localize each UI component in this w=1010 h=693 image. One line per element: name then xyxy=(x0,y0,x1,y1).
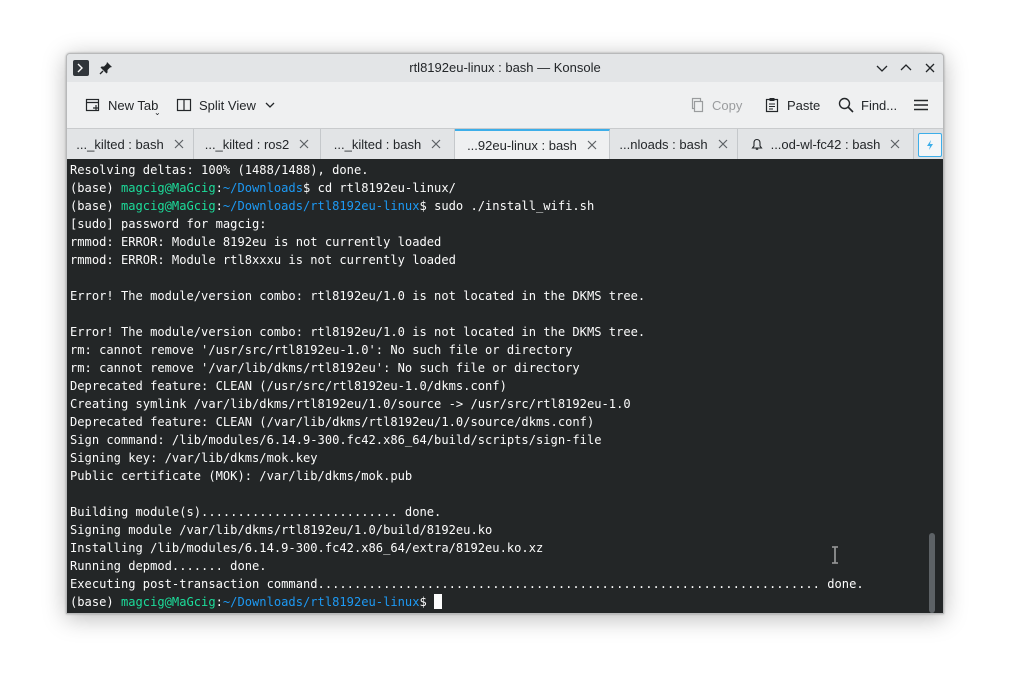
terminal-line: Creating symlink /var/lib/dkms/rtl8192eu… xyxy=(70,397,631,411)
terminal-line: rmmod: ERROR: Module rtl8xxxu is not cur… xyxy=(70,253,456,267)
tab-kilted-ros2[interactable]: ..._kilted : ros2 xyxy=(194,129,321,159)
terminal-line: Sign command: /lib/modules/6.14.9-300.fc… xyxy=(70,433,602,447)
tab-rtl8192eu-bash[interactable]: ...92eu-linux : bash xyxy=(455,129,610,159)
close-tab-icon[interactable] xyxy=(299,139,309,149)
ibeam-cursor-icon xyxy=(830,546,840,564)
tab-label: ..._kilted : ros2 xyxy=(204,136,290,152)
terminal-line: [sudo] password for magcig: xyxy=(70,217,267,231)
terminal-prompt-line: (base) magcig@MaGcig:~/Downloads$ cd rtl… xyxy=(70,181,456,195)
lightning-icon xyxy=(927,140,933,150)
tab-kilted-bash-2[interactable]: ..._kilted : bash xyxy=(321,129,455,159)
tab-kilted-bash-1[interactable]: ..._kilted : bash xyxy=(67,129,194,159)
tab-label: ..._kilted : bash xyxy=(76,136,164,152)
konsole-window: rtl8192eu-linux : bash — Konsole New Tab… xyxy=(66,53,944,614)
close-tab-icon[interactable] xyxy=(431,139,441,149)
terminal-scrollbar[interactable] xyxy=(929,533,935,613)
bell-icon xyxy=(750,138,763,150)
split-view-button[interactable]: Split View xyxy=(175,94,276,116)
paste-icon xyxy=(763,96,781,114)
close-tab-icon[interactable] xyxy=(174,139,184,149)
tab-mod-wl-fc42-bash[interactable]: ...od-wl-fc42 : bash xyxy=(738,129,914,159)
close-icon xyxy=(925,63,935,73)
terminal-line: Resolving deltas: 100% (1488/1488), done… xyxy=(70,163,369,177)
close-tab-icon[interactable] xyxy=(587,140,597,150)
terminal-line: Installing /lib/modules/6.14.9-300.fc42.… xyxy=(70,541,544,555)
new-tab-label: New Tab xyxy=(108,97,159,113)
split-view-label: Split View xyxy=(199,97,256,113)
main-toolbar: New Tab ⌄ Split View Copy Paste Find... xyxy=(67,82,943,128)
quick-commands-button[interactable] xyxy=(918,133,942,157)
search-icon xyxy=(837,96,855,114)
tab-label: ...od-wl-fc42 : bash xyxy=(770,136,881,152)
tab-label: ...92eu-linux : bash xyxy=(467,137,577,153)
new-tab-icon xyxy=(84,96,102,114)
terminal-line: Building module(s)......................… xyxy=(70,505,442,519)
terminal-line: rm: cannot remove '/usr/src/rtl8192eu-1.… xyxy=(70,343,573,357)
terminal-prompt-line: (base) magcig@MaGcig:~/Downloads/rtl8192… xyxy=(70,593,943,611)
paste-label: Paste xyxy=(787,97,821,113)
find-button[interactable]: Find... xyxy=(837,94,897,116)
chevron-down-icon xyxy=(265,102,275,108)
terminal-line: Error! The module/version combo: rtl8192… xyxy=(70,325,646,339)
terminal-output[interactable]: Resolving deltas: 100% (1488/1488), done… xyxy=(67,159,943,613)
minimize-button[interactable] xyxy=(874,60,890,76)
terminal-line: Running depmod....... done. xyxy=(70,559,267,573)
chevron-up-icon xyxy=(900,64,912,71)
text-cursor xyxy=(434,594,443,609)
terminal-line: Signing module /var/lib/dkms/rtl8192eu/1… xyxy=(70,523,493,537)
terminal-prompt-line: (base) magcig@MaGcig:~/Downloads/rtl8192… xyxy=(70,199,595,213)
close-window-button[interactable] xyxy=(922,60,938,76)
terminal-line: Executing post-transaction command......… xyxy=(70,577,864,591)
hamburger-menu-button[interactable] xyxy=(913,94,929,116)
find-label: Find... xyxy=(861,97,898,113)
tab-label: ...nloads : bash xyxy=(619,136,708,152)
split-view-icon xyxy=(175,96,193,114)
terminal-line: Deprecated feature: CLEAN (/var/lib/dkms… xyxy=(70,415,595,429)
title-bar[interactable]: rtl8192eu-linux : bash — Konsole xyxy=(67,54,943,82)
copy-button[interactable]: Copy xyxy=(688,94,742,116)
tab-label: ..._kilted : bash xyxy=(333,136,422,152)
tab-bar: ..._kilted : bash ..._kilted : ros2 ..._… xyxy=(67,128,943,159)
close-tab-icon[interactable] xyxy=(718,139,728,149)
copy-label: Copy xyxy=(712,97,743,113)
tab-downloads-bash[interactable]: ...nloads : bash xyxy=(610,129,738,159)
chevron-down-icon xyxy=(876,65,888,72)
terminal-line: Error! The module/version combo: rtl8192… xyxy=(70,289,646,303)
terminal-line: rmmod: ERROR: Module 8192eu is not curre… xyxy=(70,235,442,249)
terminal-line: Deprecated feature: CLEAN (/usr/src/rtl8… xyxy=(70,379,507,393)
terminal-line: Signing key: /var/lib/dkms/mok.key xyxy=(70,451,318,465)
terminal-line: Public certificate (MOK): /var/lib/dkms/… xyxy=(70,469,413,483)
window-title: rtl8192eu-linux : bash — Konsole xyxy=(409,60,601,75)
copy-icon xyxy=(688,96,706,114)
hamburger-menu-icon xyxy=(914,99,928,111)
dropdown-indicator-icon: ⌄ xyxy=(154,108,161,117)
close-tab-icon[interactable] xyxy=(890,139,900,149)
terminal-line: rm: cannot remove '/var/lib/dkms/rtl8192… xyxy=(70,361,580,375)
new-tab-button[interactable]: New Tab ⌄ xyxy=(84,94,161,117)
paste-button[interactable]: Paste xyxy=(763,94,820,116)
maximize-button[interactable] xyxy=(898,60,914,76)
